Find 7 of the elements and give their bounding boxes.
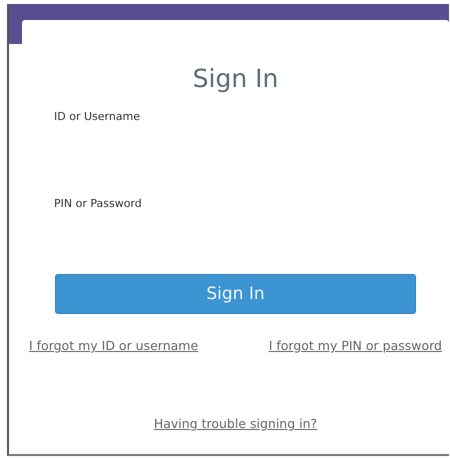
- help-link[interactable]: Having trouble signing in?: [154, 416, 318, 431]
- sign-in-button[interactable]: Sign In: [55, 274, 416, 314]
- forgot-link[interactable]: I forgot my ID or username: [29, 338, 198, 353]
- page-title: Sign In: [192, 64, 280, 93]
- field-label: PIN or Password: [54, 197, 142, 210]
- forgot-link[interactable]: I forgot my PIN or password: [268, 338, 442, 353]
- field-label: ID or Username: [54, 110, 140, 123]
